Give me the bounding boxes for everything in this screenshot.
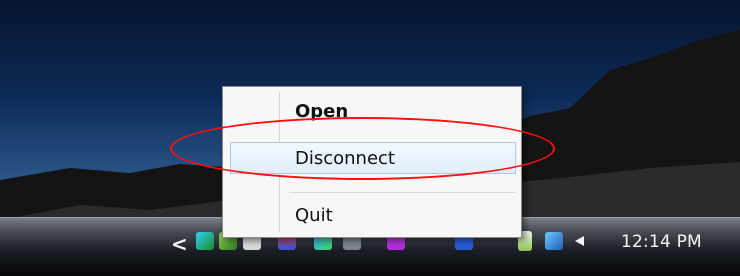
network-status-icon[interactable] — [196, 232, 214, 250]
menu-item-quit[interactable]: Quit — [223, 200, 521, 232]
tray-overflow-arrow[interactable]: < — [171, 234, 188, 254]
speaker-icon[interactable] — [575, 232, 589, 250]
speaker-shape — [575, 236, 584, 246]
taskbar-clock[interactable]: 12:14 PM — [621, 232, 702, 252]
network-icon[interactable] — [545, 232, 563, 250]
highlight-ellipse — [170, 117, 555, 180]
menu-separator — [289, 192, 515, 193]
desktop: < 12:14 PM Open Disconnect Quit — [0, 0, 740, 276]
